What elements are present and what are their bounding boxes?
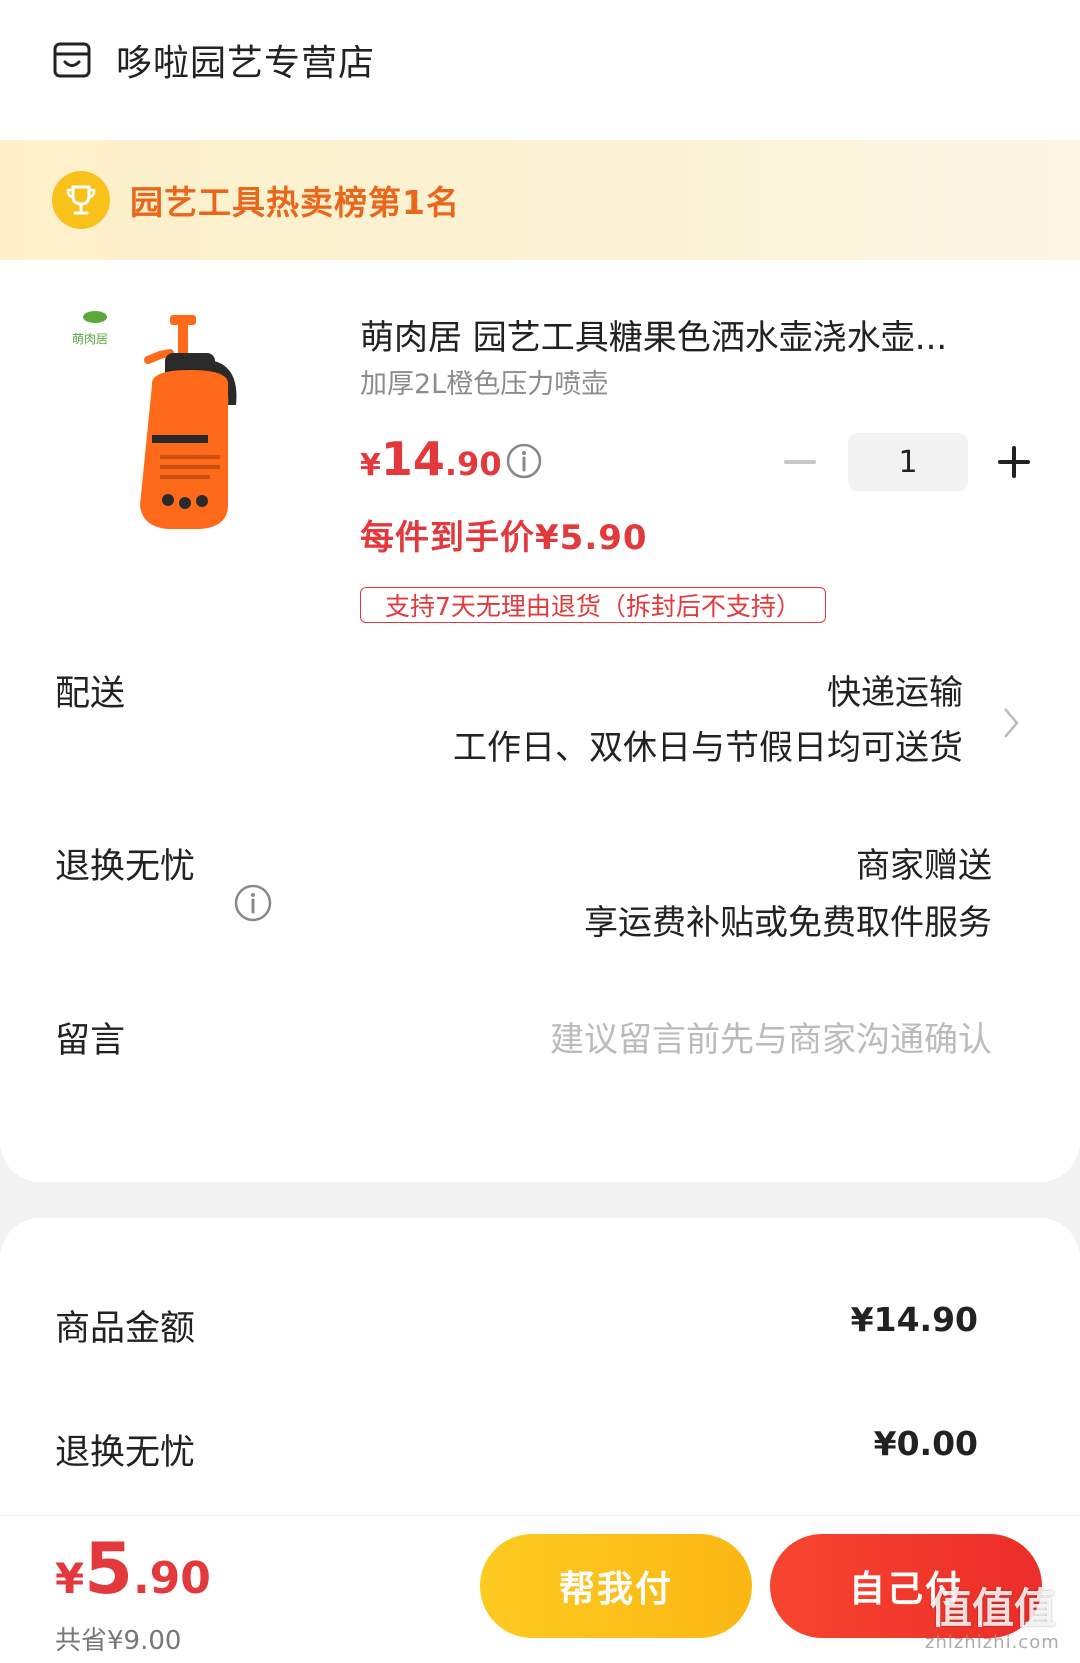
checkout-bar: ¥ 5 .90 共省¥9.00 帮我付 自己付 — [0, 1515, 1080, 1663]
increase-button[interactable] — [994, 442, 1034, 482]
order-card: 哆啦园艺专营店 园艺工具热卖榜第1名 萌肉居 萌肉居 园艺工具糖果色洒水壶浇水壶… — [0, 0, 1080, 1182]
rank-banner[interactable]: 园艺工具热卖榜第1名 — [0, 140, 1080, 260]
return-service-note: 享运费补贴或免费取件服务 — [584, 903, 992, 943]
delivery-method[interactable]: 快递运输 — [827, 665, 963, 714]
chevron-right-icon[interactable] — [1002, 706, 1020, 740]
price-symbol: ¥ — [360, 448, 381, 483]
spray-bottle-image[interactable]: 萌肉居 — [60, 305, 280, 575]
svg-text:萌肉居: 萌肉居 — [72, 332, 108, 346]
quantity-input[interactable]: 1 — [848, 433, 968, 491]
summary-label: 退换无忧 — [55, 1433, 196, 1473]
return-service-value: 商家赠送 — [856, 846, 992, 886]
store-row[interactable]: 哆啦园艺专营店 — [52, 32, 375, 88]
price-decimal: .90 — [444, 445, 502, 483]
delivery-note: 工作日、双休日与节假日均可送货 — [453, 728, 963, 768]
decrease-button[interactable] — [780, 442, 820, 482]
total-symbol: ¥ — [55, 1554, 85, 1603]
store-icon — [53, 42, 91, 78]
info-icon[interactable] — [233, 883, 273, 923]
saved-amount: 共省¥9.00 — [55, 1626, 182, 1656]
return-service-label: 退换无忧 — [55, 847, 196, 887]
message-label: 留言 — [55, 1021, 126, 1061]
product-title[interactable]: 萌肉居 园艺工具糖果色洒水壶浇水壶... — [360, 310, 1020, 359]
watermark-url: zhizhizhi.com — [925, 1632, 1060, 1653]
price-integer: 14 — [380, 432, 445, 486]
unit-price: ¥ 14 .90 — [360, 432, 502, 486]
info-icon[interactable] — [505, 442, 543, 480]
store-name: 哆啦园艺专营店 — [116, 43, 376, 84]
help-pay-button[interactable]: 帮我付 — [480, 1534, 752, 1638]
summary-value: ¥14.90 — [850, 1300, 978, 1339]
quantity-stepper: 1 — [780, 432, 1034, 492]
trophy-icon — [52, 171, 110, 229]
summary-value: ¥0.00 — [873, 1424, 978, 1463]
summary-label: 商品金额 — [55, 1309, 196, 1349]
final-price: 每件到手价¥5.90 — [360, 518, 648, 558]
rank-text: 园艺工具热卖榜第1名 — [130, 183, 460, 222]
product-spec[interactable]: 加厚2L橙色压力喷壶 — [360, 362, 608, 401]
total-price: ¥ 5 .90 — [55, 1528, 211, 1610]
total-integer: 5 — [84, 1528, 133, 1610]
return-policy-tag: 支持7天无理由退货（拆封后不支持） — [360, 587, 826, 623]
message-input[interactable]: 建议留言前先与商家沟通确认 — [550, 1012, 992, 1061]
delivery-label: 配送 — [55, 674, 126, 714]
watermark: 值值值 — [930, 1584, 1057, 1633]
total-decimal: .90 — [132, 1553, 211, 1604]
